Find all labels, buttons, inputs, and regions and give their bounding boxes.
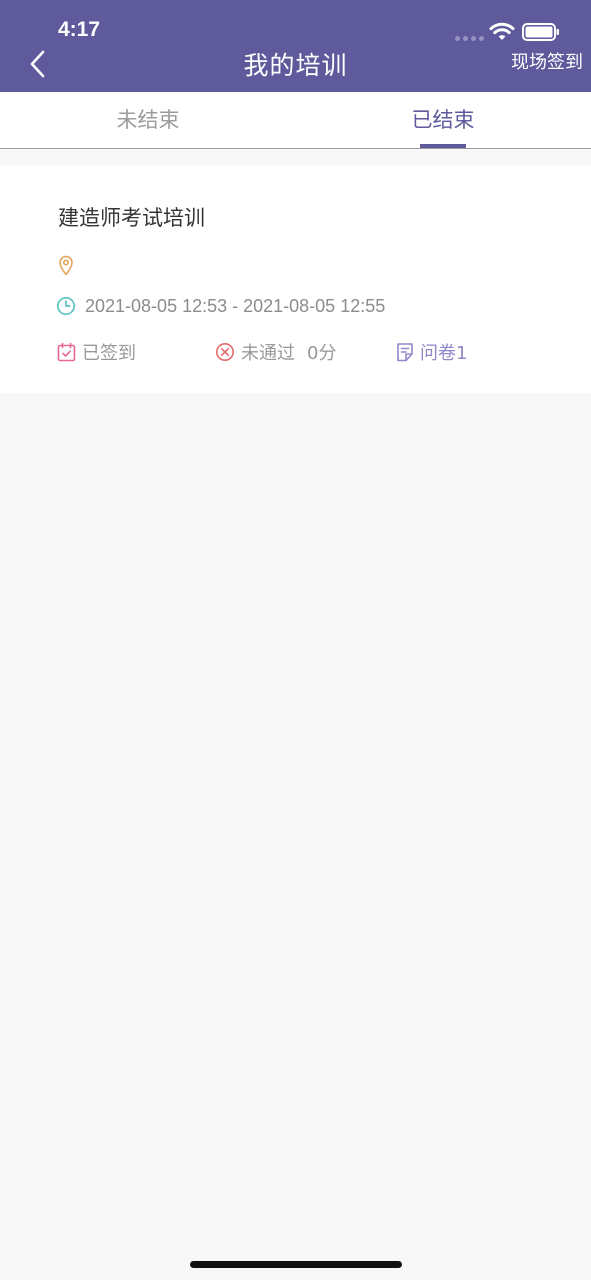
training-card[interactable]: 建造师考试培训 2021-08-05 12:53 - 2021-08-05 12… xyxy=(0,165,591,393)
tab-bar: 未结束 已结束 xyxy=(0,92,591,149)
wifi-icon xyxy=(489,22,515,40)
calendar-check-icon xyxy=(57,342,76,362)
location-pin-icon xyxy=(59,255,73,276)
exam-score: 0分 xyxy=(307,343,337,364)
app-header: 4:17 我的培训 现场签到 xyxy=(0,0,591,92)
page-title: 我的培训 xyxy=(243,51,348,80)
survey-link[interactable]: 问卷1 xyxy=(396,337,467,367)
training-title: 建造师考试培训 xyxy=(58,206,205,230)
survey-label: 问卷1 xyxy=(420,343,468,364)
home-indicator xyxy=(190,1261,402,1268)
fail-circle-x-icon xyxy=(216,343,234,361)
status-time: 4:17 xyxy=(58,18,101,41)
survey-document-icon xyxy=(397,343,413,362)
onsite-checkin-button[interactable]: 现场签到 xyxy=(511,50,583,76)
exam-result-label: 未通过 xyxy=(241,343,295,364)
signed-status: 已签到 xyxy=(57,337,136,367)
cellular-signal-icon xyxy=(455,36,484,41)
battery-icon xyxy=(522,23,559,41)
exam-result: 未通过 0分 xyxy=(215,337,336,367)
clock-icon xyxy=(56,296,76,316)
signed-status-label: 已签到 xyxy=(82,343,136,364)
tab-unfinished[interactable]: 未结束 xyxy=(0,92,296,148)
active-tab-indicator xyxy=(420,144,466,148)
training-status-row: 已签到 未通过 0分 问卷1 xyxy=(0,337,591,367)
training-time-range: 2021-08-05 12:53 - 2021-08-05 12:55 xyxy=(85,296,386,316)
tab-finished[interactable]: 已结束 xyxy=(295,92,591,148)
